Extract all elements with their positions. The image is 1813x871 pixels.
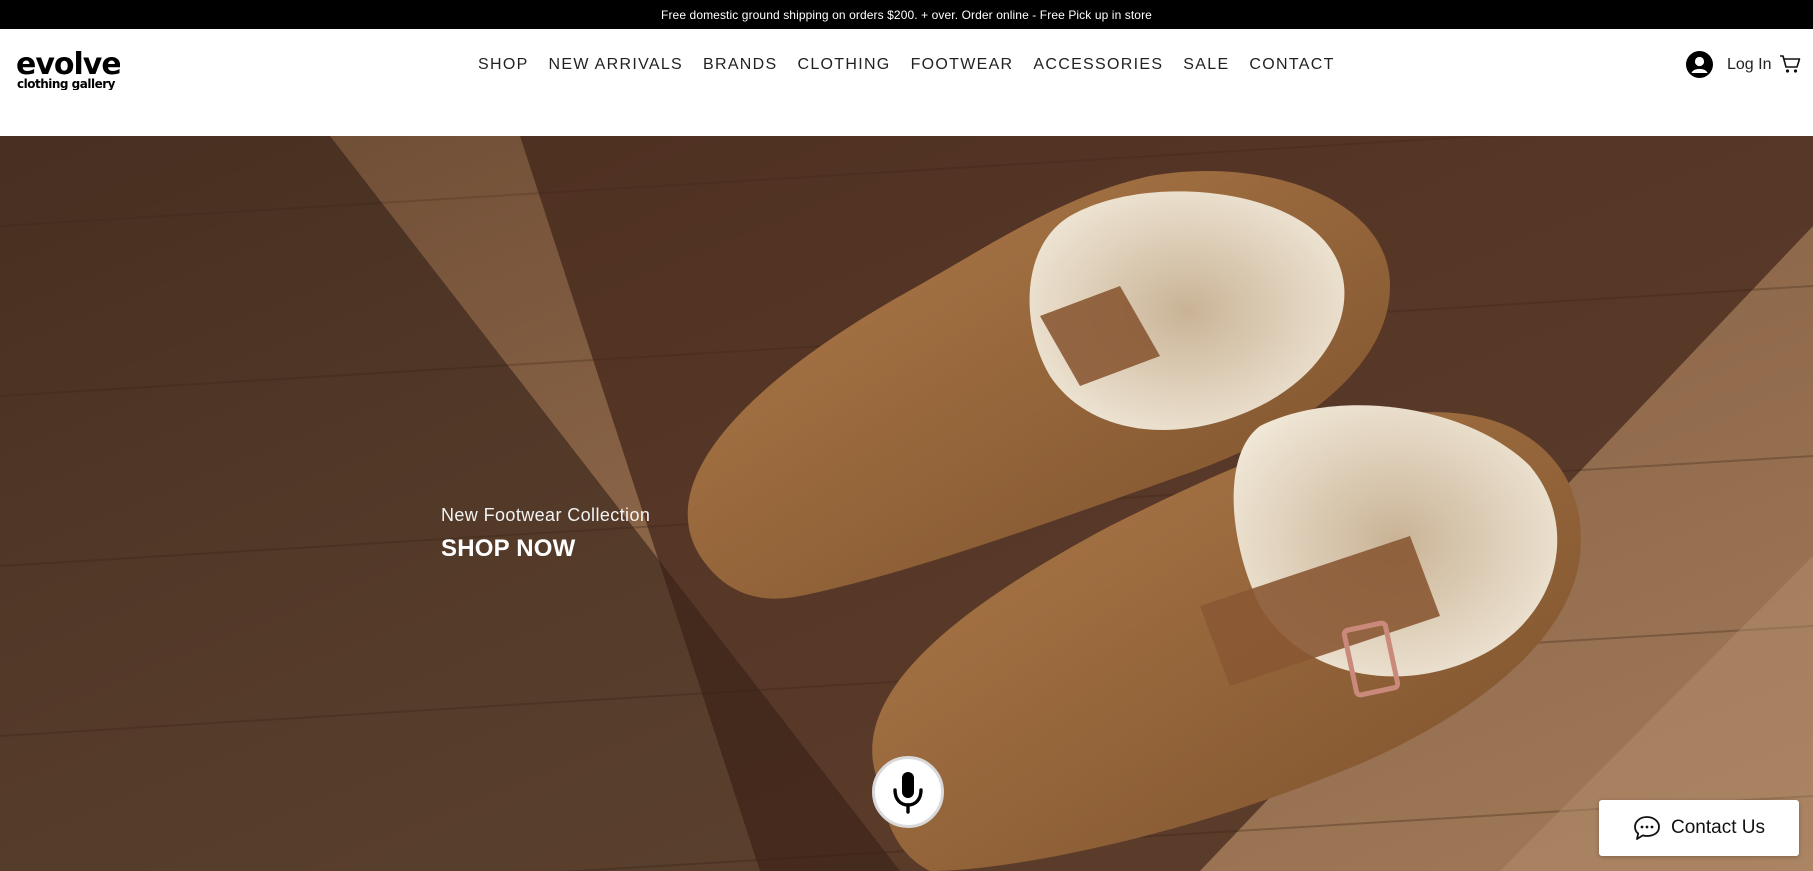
login-button[interactable]: Log In [1686,51,1771,78]
site-header: evolve clothing gallery SHOP NEW ARRIVAL… [0,29,1813,136]
svg-text:clothing gallery: clothing gallery [17,77,116,90]
contact-us-label: Contact Us [1671,817,1765,838]
hero-subtitle: New Footwear Collection [441,505,651,525]
nav-contact[interactable]: CONTACT [1249,55,1334,75]
login-label: Log In [1727,55,1772,73]
nav-shop[interactable]: SHOP [478,55,529,75]
nav-accessories[interactable]: ACCESSORIES [1033,55,1163,75]
voice-search-button[interactable] [872,756,944,828]
microphone-icon [893,772,923,814]
nav-footwear[interactable]: FOOTWEAR [911,55,1014,75]
announcement-bar: Free domestic ground shipping on orders … [0,0,1813,29]
contact-us-button[interactable]: Contact Us [1599,800,1799,856]
brand-logo[interactable]: evolve clothing gallery [16,44,120,90]
shop-now-link[interactable]: SHOP NOW [441,535,576,563]
announcement-text: Free domestic ground shipping on orders … [661,7,1152,22]
avatar-icon [1686,51,1713,78]
main-nav: SHOP NEW ARRIVALS BRANDS CLOTHING FOOTWE… [478,55,1335,75]
chat-bubble-icon [1634,816,1660,840]
nav-new-arrivals[interactable]: NEW ARRIVALS [549,55,683,75]
cart-icon[interactable] [1779,54,1801,74]
nav-brands[interactable]: BRANDS [703,55,777,75]
nav-clothing[interactable]: CLOTHING [797,55,890,75]
nav-sale[interactable]: SALE [1183,55,1229,75]
